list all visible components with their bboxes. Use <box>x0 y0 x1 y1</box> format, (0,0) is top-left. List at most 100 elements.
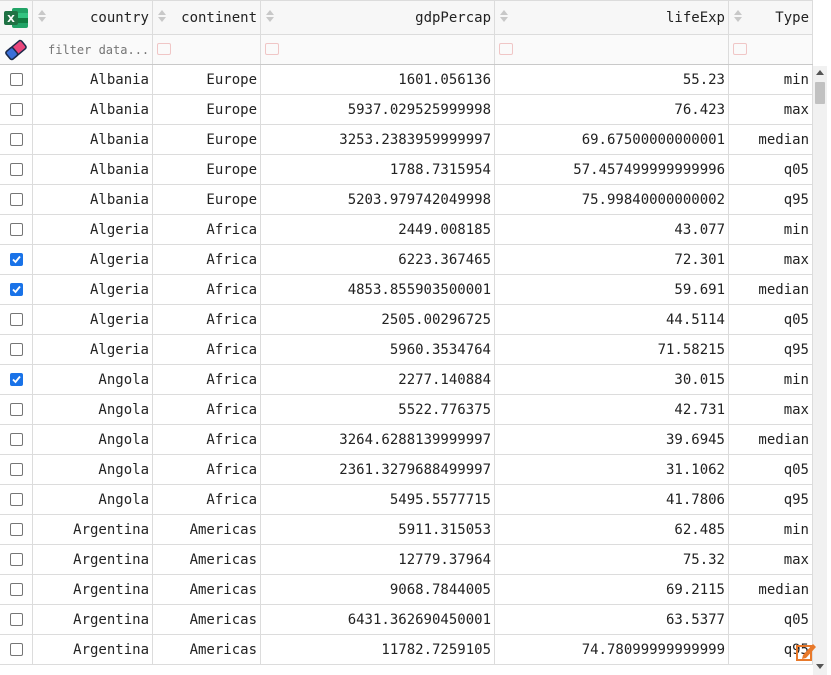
row-select-cell[interactable] <box>0 515 33 544</box>
table-row[interactable]: Angola Africa 5495.5577715 41.7806 q95 <box>0 485 813 515</box>
table-row[interactable]: Algeria Africa 4853.855903500001 59.691 medi… <box>0 275 813 305</box>
row-select-cell[interactable] <box>0 575 33 604</box>
scrollbar-thumb[interactable] <box>815 82 825 104</box>
row-select-cell[interactable] <box>0 605 33 634</box>
row-select-cell[interactable] <box>0 455 33 484</box>
cell-lifeexp: 62.485 <box>495 515 729 544</box>
table-row[interactable]: Angola Africa 5522.776375 42.731 max <box>0 395 813 425</box>
column-header-lifeexp[interactable]: lifeExp <box>495 1 729 34</box>
row-select-cell[interactable] <box>0 635 33 664</box>
scroll-up-arrow-icon[interactable] <box>816 70 824 75</box>
filter-icon[interactable] <box>157 43 171 55</box>
row-select-cell[interactable] <box>0 185 33 214</box>
column-header-type[interactable]: Type <box>729 1 813 34</box>
cell-continent: Africa <box>153 455 261 484</box>
row-checkbox[interactable] <box>9 343 23 356</box>
row-checkbox[interactable] <box>9 433 23 446</box>
table-row[interactable]: Angola Africa 2361.3279688499997 31.1062 q05 <box>0 455 813 485</box>
excel-export-button[interactable]: X <box>0 1 33 34</box>
row-checkbox[interactable] <box>9 523 23 536</box>
table-row[interactable]: Argentina Americas 12779.37964 75.32 max <box>0 545 813 575</box>
row-select-cell[interactable] <box>0 395 33 424</box>
table-row[interactable]: Albania Europe 5937.029525999998 76.423 max <box>0 95 813 125</box>
row-select-cell[interactable] <box>0 245 33 274</box>
filter-cell-country[interactable] <box>33 35 153 64</box>
edit-icon[interactable] <box>795 641 817 663</box>
clear-filters-button[interactable] <box>0 35 33 64</box>
row-select-cell[interactable] <box>0 485 33 514</box>
row-checkbox[interactable] <box>9 103 23 116</box>
row-select-cell[interactable] <box>0 305 33 334</box>
column-header-gdppercap[interactable]: gdpPercap <box>261 1 495 34</box>
filter-cell-lifeexp[interactable] <box>495 35 729 64</box>
filter-cell-gdppercap[interactable] <box>261 35 495 64</box>
row-checkbox[interactable] <box>9 583 23 596</box>
cell-country: Angola <box>33 485 153 514</box>
row-select-cell[interactable] <box>0 545 33 574</box>
row-select-cell[interactable] <box>0 335 33 364</box>
column-header-continent[interactable]: continent <box>153 1 261 34</box>
filter-cell-continent[interactable] <box>153 35 261 64</box>
row-select-cell[interactable] <box>0 215 33 244</box>
sort-icon[interactable] <box>265 10 275 24</box>
row-checkbox[interactable] <box>9 643 23 656</box>
eraser-icon[interactable] <box>3 38 29 62</box>
row-select-cell[interactable] <box>0 425 33 454</box>
filter-icon[interactable] <box>499 43 513 55</box>
table-row[interactable]: Argentina Americas 9068.7844005 69.2115 medi… <box>0 575 813 605</box>
row-select-cell[interactable] <box>0 125 33 154</box>
sort-icon[interactable] <box>157 10 167 24</box>
row-checkbox[interactable] <box>9 73 23 86</box>
table-row[interactable]: Argentina Americas 6431.362690450001 63.537… <box>0 605 813 635</box>
table-row[interactable]: Albania Europe 1788.7315954 57.457499999999… <box>0 155 813 185</box>
row-select-cell[interactable] <box>0 155 33 184</box>
row-checkbox[interactable] <box>9 313 23 326</box>
row-checkbox[interactable] <box>9 163 23 176</box>
table-row[interactable]: Albania Europe 5203.979742049998 75.9984000… <box>0 185 813 215</box>
row-checkbox[interactable] <box>9 373 23 386</box>
sort-icon[interactable] <box>499 10 509 24</box>
svg-text:X: X <box>7 14 15 25</box>
scroll-down-arrow-icon[interactable] <box>816 664 824 669</box>
row-checkbox[interactable] <box>9 253 23 266</box>
row-checkbox[interactable] <box>9 553 23 566</box>
table-row[interactable]: Albania Europe 3253.2383959999997 69.675000… <box>0 125 813 155</box>
row-checkbox[interactable] <box>9 223 23 236</box>
row-select-cell[interactable] <box>0 95 33 124</box>
excel-export-icon[interactable]: X <box>3 6 29 30</box>
table-row[interactable]: Argentina Americas 5911.315053 62.485 min <box>0 515 813 545</box>
sort-icon[interactable] <box>37 10 47 24</box>
cell-type: median <box>729 275 813 304</box>
filter-icon[interactable] <box>733 43 747 55</box>
table-row[interactable]: Argentina Americas 11782.7259105 74.7809999… <box>0 635 813 665</box>
row-checkbox[interactable] <box>9 133 23 146</box>
table-row[interactable]: Algeria Africa 2505.00296725 44.5114 q05 <box>0 305 813 335</box>
cell-lifeexp: 44.5114 <box>495 305 729 334</box>
cell-gdppercap: 5911.315053 <box>261 515 495 544</box>
row-checkbox[interactable] <box>9 403 23 416</box>
row-checkbox[interactable] <box>9 463 23 476</box>
table-row[interactable]: Angola Africa 2277.140884 30.015 min <box>0 365 813 395</box>
row-select-cell[interactable] <box>0 275 33 304</box>
cell-lifeexp: 69.67500000000001 <box>495 125 729 154</box>
row-checkbox[interactable] <box>9 493 23 506</box>
row-select-cell[interactable] <box>0 365 33 394</box>
table-row[interactable]: Albania Europe 1601.056136 55.23 min <box>0 65 813 95</box>
row-select-cell[interactable] <box>0 65 33 94</box>
filter-icon[interactable] <box>265 43 279 55</box>
filter-input[interactable] <box>38 42 152 57</box>
table-row[interactable]: Algeria Africa 2449.008185 43.077 min <box>0 215 813 245</box>
table-row[interactable]: Algeria Africa 6223.367465 72.301 max <box>0 245 813 275</box>
cell-country: Angola <box>33 395 153 424</box>
column-header-country[interactable]: country <box>33 1 153 34</box>
table-row[interactable]: Algeria Africa 5960.3534764 71.58215 q95 <box>0 335 813 365</box>
cell-country: Angola <box>33 455 153 484</box>
row-checkbox[interactable] <box>9 613 23 626</box>
table-row[interactable]: Angola Africa 3264.6288139999997 39.6945 med… <box>0 425 813 455</box>
filter-cell-type[interactable] <box>729 35 813 64</box>
vertical-scrollbar[interactable] <box>813 66 827 675</box>
row-checkbox[interactable] <box>9 283 23 296</box>
cell-type: q95 <box>729 485 813 514</box>
sort-icon[interactable] <box>733 10 743 24</box>
row-checkbox[interactable] <box>9 193 23 206</box>
